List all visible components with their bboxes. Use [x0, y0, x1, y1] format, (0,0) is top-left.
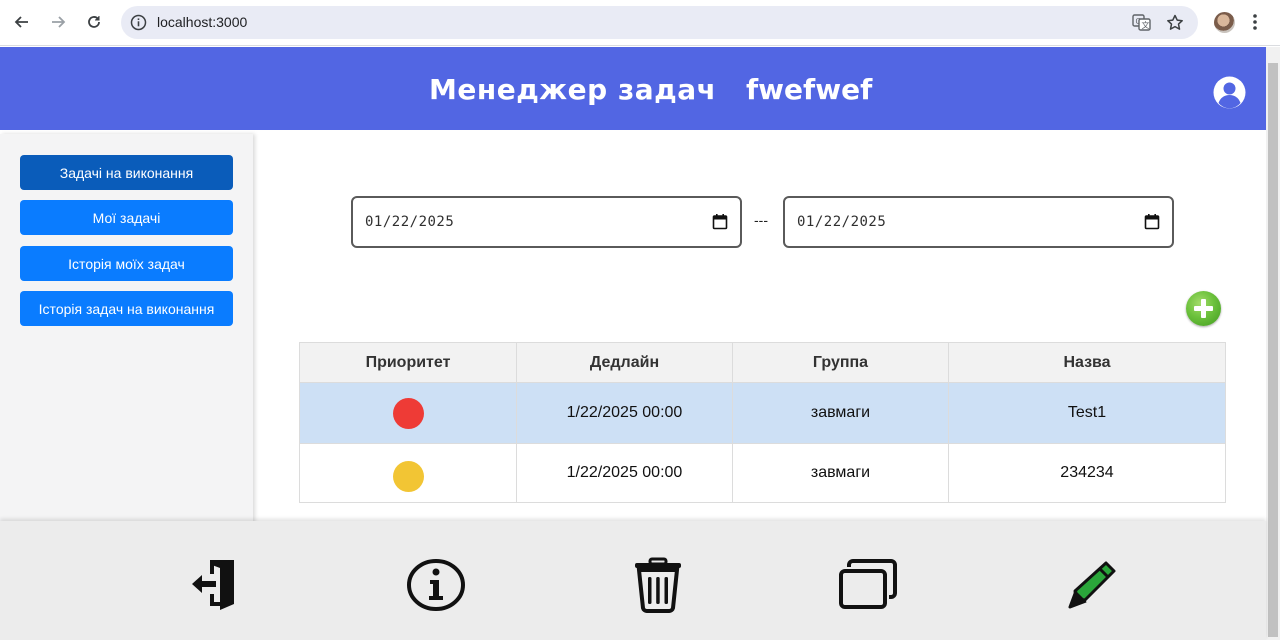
- priority-indicator: [392, 460, 424, 492]
- trash-icon: [635, 557, 681, 613]
- table-row[interactable]: 1/22/2025 00:00 завмаги Test1: [299, 382, 1226, 444]
- priority-cell: [299, 443, 517, 503]
- page-scrollbar[interactable]: [1266, 47, 1280, 640]
- app-title: Менеджер задач: [429, 73, 717, 106]
- add-task-button[interactable]: [1186, 291, 1221, 326]
- sidebar: Задачі на виконання Мої задачі Історія м…: [0, 134, 253, 524]
- deadline-cell: 1/22/2025 00:00: [516, 382, 733, 444]
- date-from-value: 01/22/2025: [365, 214, 455, 230]
- site-info-icon[interactable]: [130, 14, 147, 31]
- priority-indicator: [392, 397, 424, 429]
- name-cell: 234234: [948, 443, 1226, 503]
- calendar-icon[interactable]: [1144, 213, 1160, 230]
- group-cell: завмаги: [732, 382, 949, 444]
- translate-icon[interactable]: G文: [1132, 14, 1151, 31]
- edit-button[interactable]: [1058, 555, 1122, 615]
- deadline-cell: 1/22/2025 00:00: [516, 443, 733, 503]
- column-header-priority[interactable]: Приоритет: [299, 342, 517, 383]
- scrollbar-thumb[interactable]: [1268, 63, 1278, 637]
- url-text: localhost:3000: [157, 14, 248, 30]
- calendar-icon[interactable]: [712, 213, 728, 230]
- app-header: Менеджер задач fwefwef: [0, 47, 1266, 130]
- column-header-group[interactable]: Группа: [732, 342, 949, 383]
- arrow-right-icon: [52, 16, 66, 28]
- logout-icon: [192, 560, 234, 610]
- tasks-table: Приоритет Дедлайн Группа Назва 1/22/2025…: [299, 342, 1226, 503]
- date-to-input[interactable]: 01/22/2025: [783, 196, 1174, 248]
- browser-toolbar: localhost:3000 G文: [0, 0, 1280, 46]
- reload-icon: [88, 16, 100, 28]
- address-bar[interactable]: localhost:3000 G文: [121, 6, 1198, 39]
- table-row[interactable]: 1/22/2025 00:00 завмаги 234234: [299, 443, 1226, 503]
- browser-menu-icon[interactable]: [1252, 11, 1258, 33]
- info-icon: [407, 559, 465, 611]
- forward-button[interactable]: [45, 9, 71, 35]
- date-to-value: 01/22/2025: [797, 214, 887, 230]
- table-header-row: Приоритет Дедлайн Группа Назва: [299, 342, 1226, 383]
- group-cell: завмаги: [732, 443, 949, 503]
- arrow-left-icon: [14, 16, 28, 28]
- browser-profile-avatar[interactable]: [1214, 12, 1235, 33]
- logout-button[interactable]: [184, 555, 248, 615]
- svg-text:文: 文: [1142, 20, 1150, 30]
- column-header-deadline[interactable]: Дедлайн: [516, 342, 733, 383]
- sidebar-item-my-tasks-history[interactable]: Історія моїх задач: [20, 246, 233, 281]
- bookmark-star-icon[interactable]: [1166, 14, 1184, 31]
- column-header-name[interactable]: Назва: [948, 342, 1226, 383]
- priority-cell: [299, 382, 517, 444]
- copy-icon: [839, 559, 897, 609]
- delete-button[interactable]: [626, 555, 690, 615]
- date-range-separator: ---: [754, 212, 768, 228]
- date-from-input[interactable]: 01/22/2025: [351, 196, 742, 248]
- reload-button[interactable]: [81, 9, 107, 35]
- info-button[interactable]: [404, 555, 468, 615]
- bottom-toolbar: [0, 521, 1266, 640]
- sidebar-item-tasks-to-do-history[interactable]: Історія задач на виконання: [20, 291, 233, 326]
- sidebar-item-tasks-to-do[interactable]: Задачі на виконання: [20, 155, 233, 190]
- back-button[interactable]: [9, 9, 35, 35]
- username-label: fwefwef: [746, 73, 873, 106]
- name-cell: Test1: [948, 382, 1226, 444]
- sidebar-item-my-tasks[interactable]: Мої задачі: [20, 200, 233, 235]
- user-profile-icon[interactable]: [1213, 76, 1246, 109]
- duplicate-button[interactable]: [836, 555, 900, 615]
- edit-pencil-icon: [1068, 561, 1116, 609]
